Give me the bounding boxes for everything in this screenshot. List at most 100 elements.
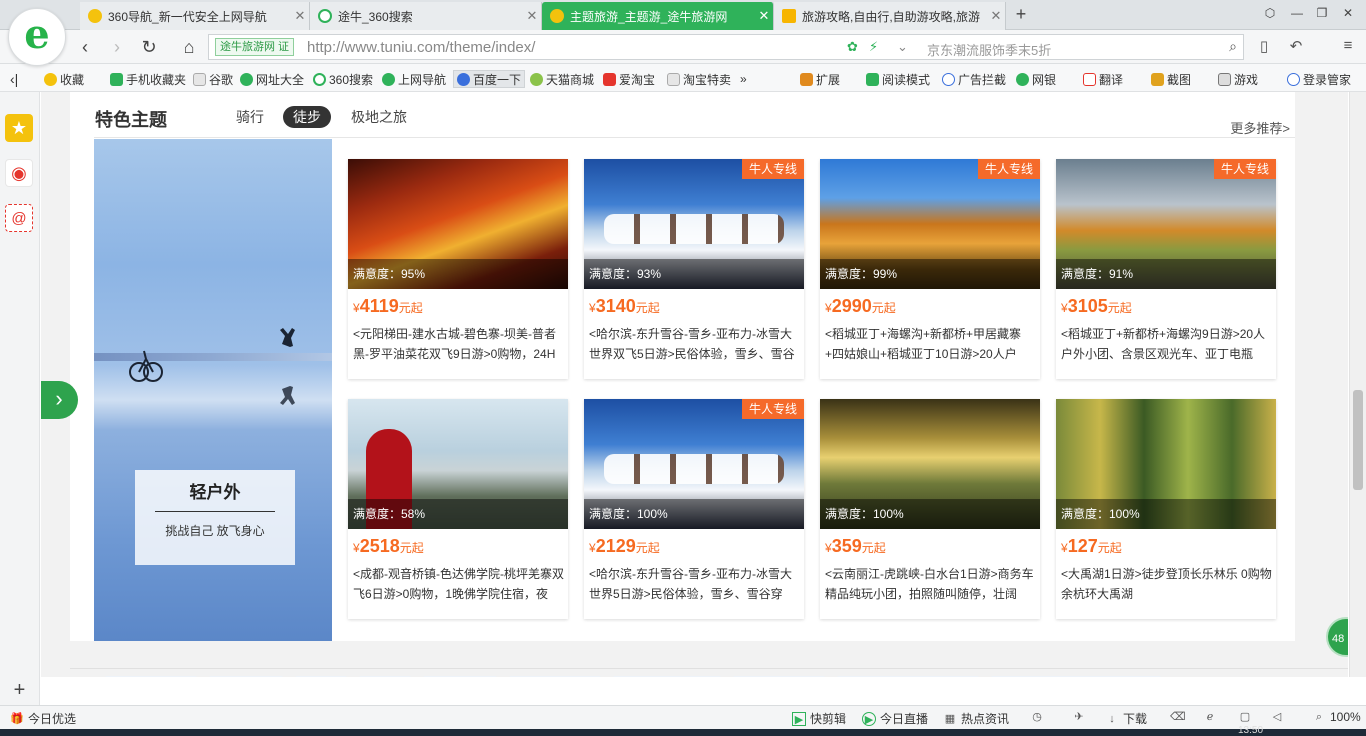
address-input[interactable]: 途牛旅游网 证 http://www.tuniu.com/theme/index… — [208, 34, 1244, 60]
bookmark-baidu[interactable]: 百度一下 — [453, 70, 526, 88]
product-title-link[interactable]: <成都-观音桥镇-色达佛学院-桃坪羌寨双飞6日游>0购物，1晚佛学院住宿，夜 — [353, 564, 565, 606]
daily-picks[interactable]: 🎁 今日优选 — [10, 710, 76, 727]
zoom-level[interactable]: ⌕ 100% — [1312, 710, 1361, 724]
browser-logo[interactable]: e — [8, 8, 66, 66]
product-card[interactable]: 满意度：58% ¥2518元起 <成都-观音桥镇-色达佛学院-桃坪羌寨双飞6日游>0… — [348, 399, 568, 619]
new-tab-button[interactable]: + — [1010, 4, 1032, 26]
product-title-link[interactable]: <元阳梯田-建水古城-碧色寨-坝美-普者黑-罗平油菜花双飞9日游>0购物，24H — [353, 324, 565, 366]
product-title-link[interactable]: <云南丽江-虎跳峡-白水台1日游>商务车精品纯玩小团，拍照随叫随停，壮阔 — [825, 564, 1037, 606]
vertical-scrollbar[interactable] — [1349, 92, 1366, 677]
product-title-link[interactable]: <哈尔滨-东升雪谷-雪乡-亚布力-冰雪大世界双飞5日游>民俗体验，雪乡、雪谷 — [589, 324, 801, 366]
search-suggestion[interactable]: 京东潮流服饰季末5折 — [927, 40, 1051, 59]
bookmark-site-directory[interactable]: 网址大全 — [240, 70, 304, 88]
bookmark-aitaobao[interactable]: 爱淘宝 — [603, 70, 655, 88]
bookmark-taobao-sale[interactable]: 淘宝特卖 — [667, 70, 731, 88]
product-card[interactable]: 牛人专线 满意度：99% ¥2990元起 <稻城亚丁+海螺沟+新都桥+甲居藏寨+四姑娘… — [820, 159, 1040, 379]
tab-polar[interactable]: 极地之旅 — [341, 106, 417, 128]
tab-360-nav[interactable]: 360导航_新一代安全上网导航 ✕ — [80, 2, 310, 30]
home-button[interactable]: ⌂ — [178, 36, 200, 58]
seo-link[interactable]: 定制旅行 — [509, 676, 601, 677]
seo-link[interactable]: 邮轮五日游 — [613, 676, 721, 677]
sidebar-toggle-icon[interactable]: ‹| — [10, 70, 18, 88]
bookmark-360search[interactable]: 360搜索 — [313, 70, 373, 88]
next-arrow-button[interactable]: › — [41, 381, 78, 419]
tool-bank[interactable]: 网银 — [1016, 70, 1056, 88]
tool-translate[interactable]: 翻译 — [1083, 70, 1123, 88]
product-card[interactable]: 满意度：95% ¥4119元起 <元阳梯田-建水古城-碧色寨-坝美-普者黑-罗平油菜… — [348, 159, 568, 379]
tab-hiking[interactable]: 徒步 — [283, 106, 331, 128]
product-title-link[interactable]: <哈尔滨-东升雪谷-雪乡-亚布力-冰雪大世界5日游>民俗体验，雪乡、雪谷穿 — [589, 564, 801, 606]
speed-mode-icon[interactable]: ⚡ — [869, 39, 878, 55]
mail-icon[interactable]: @ — [5, 204, 33, 232]
bookmark-tmall[interactable]: 天猫商城 — [530, 70, 594, 88]
quick-clip[interactable]: ▶ 快剪辑 — [792, 710, 846, 727]
seo-link[interactable]: 中国青年旅行社 — [837, 676, 979, 677]
forward-button[interactable]: › — [106, 36, 128, 58]
phone-icon[interactable]: ▯ — [1254, 37, 1274, 55]
seo-link[interactable]: 旅游网 — [423, 676, 497, 677]
product-title-link[interactable]: <稻城亚丁+新都桥+海螺沟9日游>20人户外小团、含景区观光车、亚丁电瓶 — [1061, 324, 1273, 366]
seo-link[interactable]: 酒店预订 — [105, 676, 197, 677]
close-tab-icon[interactable]: ✕ — [523, 8, 541, 24]
menu-icon[interactable]: ≡ — [1338, 37, 1358, 54]
tab-travel-guide[interactable]: 旅游攻略,自由行,自助游攻略,旅游 ✕ — [774, 2, 1006, 30]
cleanup-icon[interactable]: ⌫ — [1170, 710, 1188, 724]
add-sidebar-button[interactable]: + — [0, 677, 40, 705]
close-window-button[interactable]: ✕ — [1338, 6, 1358, 20]
minimize-button[interactable]: — — [1287, 6, 1307, 20]
seo-link[interactable]: lm2 — [359, 676, 411, 677]
pin-icon[interactable]: ✈ — [1072, 710, 1090, 724]
tool-login-manager[interactable]: 登录管家 — [1287, 70, 1351, 88]
seo-link[interactable]: 飞机票 — [209, 676, 283, 677]
tool-reader-mode[interactable]: 阅读模式 — [866, 70, 930, 88]
seo-link[interactable]: 苏州一日游最佳路线 — [991, 676, 1161, 677]
reload-button[interactable]: ↻ — [138, 36, 160, 58]
bookmark-google[interactable]: 谷歌 — [193, 70, 233, 88]
tool-games[interactable]: 游戏 — [1218, 70, 1258, 88]
ie-mode-icon[interactable]: ℯ — [1203, 710, 1221, 724]
favorites-star-icon[interactable]: ★ — [5, 114, 33, 142]
dropdown-chevron-icon[interactable]: ⌄ — [897, 39, 908, 55]
close-tab-icon[interactable]: ✕ — [755, 8, 773, 24]
tool-adblock[interactable]: 广告拦截 — [942, 70, 1006, 88]
search-icon[interactable]: ⌕ — [1229, 38, 1237, 55]
bookmark-nav[interactable]: 上网导航 — [382, 70, 446, 88]
bookmark-mobile[interactable]: 手机收藏夹 — [110, 70, 186, 88]
product-card[interactable]: 牛人专线 满意度：93% ¥3140元起 <哈尔滨-东升雪谷-雪乡-亚布力-冰雪大世界… — [584, 159, 804, 379]
scrollbar-thumb[interactable] — [1353, 390, 1363, 490]
back-button[interactable]: ‹ — [74, 36, 96, 58]
bookmark-favorites[interactable]: 收藏 — [44, 70, 84, 88]
hero-banner[interactable]: 轻户外 挑战自己 放飞身心 — [94, 139, 332, 641]
security-shield-icon[interactable]: ✿ — [847, 39, 858, 55]
seo-link[interactable]: lm1 — [295, 676, 347, 677]
more-recommendations-link[interactable]: 更多推荐> — [1230, 118, 1290, 137]
hero-caption-card[interactable]: 轻户外 挑战自己 放飞身心 — [135, 470, 295, 565]
url-text[interactable]: http://www.tuniu.com/theme/index/ — [307, 39, 535, 56]
maximize-button[interactable]: ❐ — [1312, 6, 1332, 20]
tab-cycling[interactable]: 骑行 — [226, 106, 274, 128]
weibo-icon[interactable]: ◉ — [5, 159, 33, 187]
accelerator-icon[interactable]: ◷ — [1030, 710, 1048, 724]
product-card[interactable]: 满意度：100% ¥127元起 <大禹湖1日游>徒步登顶长乐林乐 0购物 余杭环大禹… — [1056, 399, 1276, 619]
hot-news[interactable]: ▦ 热点资讯 — [943, 710, 1009, 727]
undo-icon[interactable]: ↶ — [1286, 37, 1306, 55]
tool-extensions[interactable]: 扩展 — [800, 70, 840, 88]
close-tab-icon[interactable]: ✕ — [987, 8, 1005, 24]
tool-screenshot[interactable]: 截图 — [1151, 70, 1191, 88]
site-verified-badge[interactable]: 途牛旅游网 证 — [215, 38, 295, 56]
product-card[interactable]: 牛人专线 满意度：100% ¥2129元起 <哈尔滨-东升雪谷-雪乡-亚布力-冰雪大世… — [584, 399, 804, 619]
download-button[interactable]: ↓ 下载 — [1105, 710, 1147, 727]
skin-icon[interactable]: ⬡ — [1260, 6, 1280, 20]
bookmarks-overflow[interactable]: » — [740, 70, 747, 88]
mute-icon[interactable]: ◁ — [1270, 710, 1288, 724]
product-card[interactable]: 牛人专线 满意度：91% ¥3105元起 <稻城亚丁+新都桥+海螺沟9日游>20人户外… — [1056, 159, 1276, 379]
close-tab-icon[interactable]: ✕ — [291, 8, 309, 24]
tab-tuniu-theme[interactable]: 主题旅游_主题游_途牛旅游网 ✕ — [542, 2, 774, 30]
product-card[interactable]: 满意度：100% ¥359元起 <云南丽江-虎跳峡-白水台1日游>商务车精品纯玩小团… — [820, 399, 1040, 619]
product-title-link[interactable]: <稻城亚丁+海螺沟+新都桥+甲居藏寨+四姑娘山+稻城亚丁10日游>20人户 — [825, 324, 1037, 366]
product-title-link[interactable]: <大禹湖1日游>徒步登顶长乐林乐 0购物 余杭环大禹湖 — [1061, 564, 1273, 606]
seo-link[interactable]: 邮轮报价 — [733, 676, 825, 677]
window-mode-icon[interactable]: ▢ — [1238, 710, 1256, 724]
floating-counter-badge[interactable]: 48 — [1326, 617, 1348, 657]
today-live[interactable]: ▶ 今日直播 — [862, 710, 928, 727]
